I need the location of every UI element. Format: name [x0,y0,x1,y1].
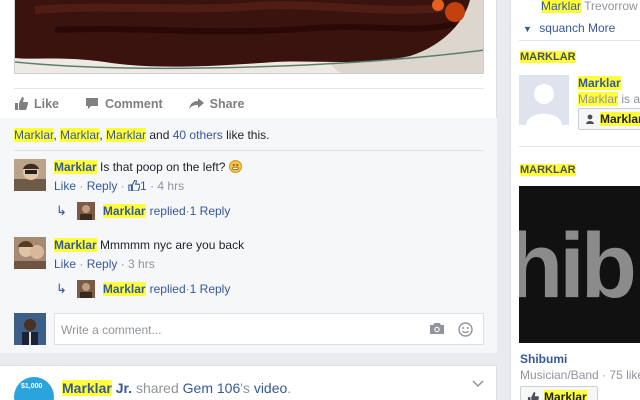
avatar[interactable] [14,159,46,191]
reply-arrow-icon: ↳ [56,281,67,296]
comments-section: Marklar, Marklar, Marklar and 40 others … [0,118,497,353]
page-avatar[interactable]: $1,000 [14,377,54,400]
thumbs-up-icon [128,179,141,192]
post-actions-bar: Like Comment Share [14,88,484,118]
others-link[interactable]: 40 others [173,128,223,142]
see-more-link[interactable]: ▼ squanch More [523,21,615,35]
chevron-down-icon[interactable] [472,380,484,388]
comment-author[interactable]: Marklar [54,160,97,174]
divider [519,40,640,41]
share-button[interactable]: Share [188,96,245,111]
like-label: Like [34,96,60,111]
triangle-down-icon: ▼ [523,24,532,34]
right-sidebar: Marklar Trevorrow ▼ squanch More MARKLAR… [510,0,640,400]
avatar[interactable] [14,237,46,269]
comment-label: Comment [105,96,163,111]
avatar [76,202,95,220]
reply-action[interactable]: replied [150,204,186,218]
section-title: MARKLAR [520,51,576,63]
sidebar-top-line: Marklar Trevorrow [541,0,638,13]
comment-time[interactable]: 4 hrs [157,179,184,193]
likes-summary: Marklar, Marklar, Marklar and 40 others … [14,128,270,142]
suggested-person-sub: Marklar is a [578,92,640,106]
comment-item: Marklar Is that poop on the left? Like ·… [14,159,484,193]
avatar [76,280,95,298]
comment-input[interactable] [61,321,411,339]
thumbs-up-icon [15,97,28,110]
avatar [14,313,46,345]
comment-button[interactable]: Comment [85,97,163,111]
camera-icon[interactable] [429,322,445,335]
page-cover-image[interactable]: hib [519,186,640,343]
add-friend-icon [586,114,594,124]
write-comment-row [14,313,484,345]
comment-author[interactable]: Marklar [54,238,97,252]
comment-like-link[interactable]: Like [54,179,76,193]
comment-text: Mmmmm nyc are you back [100,238,245,252]
person-link[interactable]: Marklar [541,0,582,13]
comment-time[interactable]: 3 hrs [128,257,155,271]
add-friend-button[interactable]: Marklar [578,108,640,130]
page-name[interactable]: Shibumi [520,352,567,366]
avatar[interactable] [519,75,569,125]
reply-author[interactable]: Marklar [102,282,146,296]
comment-item: Marklar Mmmmm nyc are you back Like · Re… [14,237,484,271]
reply-count[interactable]: 1 Reply [190,282,231,296]
feed-post: $1,000 Marklar Jr. shared Gem 106's vide… [0,365,497,400]
divider [519,146,640,147]
share-label: Share [209,96,245,111]
suggested-person-name[interactable]: Marklar [578,76,621,90]
video-link[interactable]: video [254,380,287,396]
post-author[interactable]: Marklar Jr. [62,380,133,396]
reply-count[interactable]: 1 Reply [190,204,231,218]
liker-link[interactable]: Marklar [60,128,100,142]
cover-text: hib [519,215,637,317]
reply-action[interactable]: replied [150,282,186,296]
emoji-icon[interactable] [458,322,473,337]
comment-text: Is that poop on the left? [100,160,226,174]
comment-like-link[interactable]: Like [54,257,76,271]
thumbs-up-icon [527,391,539,400]
grimace-emoji-icon [228,160,242,173]
logo-text: $1,000 [21,383,43,390]
post-photo[interactable] [14,0,484,74]
replies-link-row[interactable]: ↳ Marklar replied · 1 Reply [56,279,230,299]
reply-arrow-icon: ↳ [56,203,67,218]
like-button[interactable]: Like [14,97,59,111]
post-headline: Marklar Jr. shared Gem 106's video. [62,380,292,396]
comment-bubble-icon [86,98,99,109]
reply-author[interactable]: Marklar [102,204,146,218]
share-arrow-icon [188,98,204,109]
comment-reply-link[interactable]: Reply [87,179,118,193]
replies-link-row[interactable]: ↳ Marklar replied · 1 Reply [56,201,230,221]
feed-post: Like Comment Share Marklar, Marklar, Mar… [0,0,497,353]
comment-box[interactable] [54,313,484,345]
like-page-button[interactable]: Marklar [520,386,598,400]
page-meta: Musician/Band · 75 like [520,368,640,382]
liker-link[interactable]: Marklar [106,128,147,142]
page-link[interactable]: Gem 106 [183,380,241,396]
liker-link[interactable]: Marklar [14,128,54,142]
comment-like-count[interactable]: 1 [140,179,147,193]
comment-reply-link[interactable]: Reply [87,257,118,271]
divider [14,150,484,151]
section-title: MARKLAR [520,164,576,176]
